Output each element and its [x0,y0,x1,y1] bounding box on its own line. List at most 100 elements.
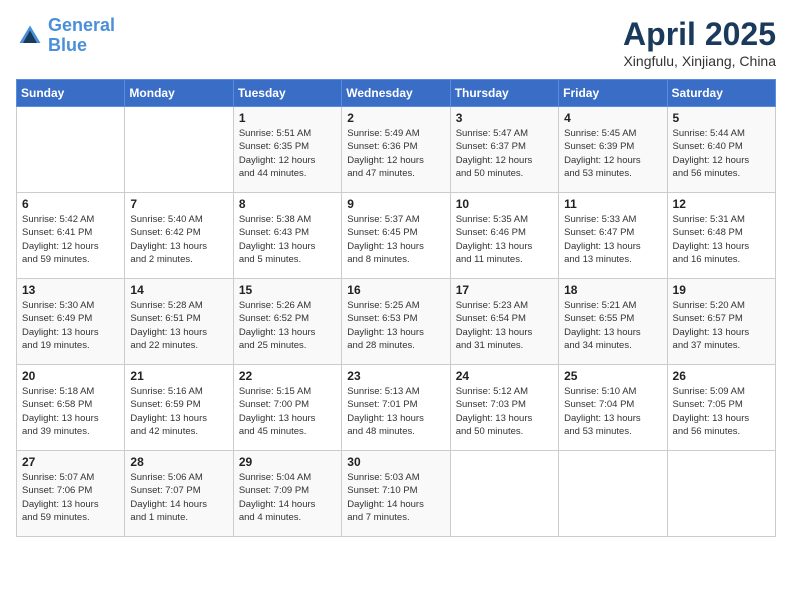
title-block: April 2025 Xingfulu, Xinjiang, China [623,16,776,69]
calendar-cell: 6Sunrise: 5:42 AM Sunset: 6:41 PM Daylig… [17,193,125,279]
calendar-cell: 21 Sunrise: 5:16 AM Sunset: 6:59 PM Dayli… [125,365,233,451]
day-number: 11 [564,197,661,211]
day-number: 12 [673,197,770,211]
logo: General Blue [16,16,115,56]
calendar-cell: 19 Sunrise: 5:20 AM Sunset: 6:57 PM Dayli… [667,279,775,365]
day-number: 30 [347,455,444,469]
day-number: 19 [673,283,770,297]
day-detail: Sunrise: 5:51 AM Sunset: 6:35 PM Dayligh… [239,127,336,180]
day-detail: Sunrise: 5:10 AM Sunset: 7:04 PM Dayligh… [564,385,661,438]
day-detail: Sunrise: 5:30 AM Sunset: 6:49 PM Dayligh… [22,299,119,352]
calendar-cell: 14Sunrise: 5:28 AM Sunset: 6:51 PM Dayli… [125,279,233,365]
day-detail: Sunrise: 5:04 AM Sunset: 7:09 PM Dayligh… [239,471,336,524]
calendar-cell: 26Sunrise: 5:09 AM Sunset: 7:05 PM Dayli… [667,365,775,451]
day-number: 13 [22,283,119,297]
day-detail: Sunrise: 5:49 AM Sunset: 6:36 PM Dayligh… [347,127,444,180]
day-detail: Sunrise: 5:35 AM Sunset: 6:46 PM Dayligh… [456,213,553,266]
calendar-cell: 4 Sunrise: 5:45 AM Sunset: 6:39 PM Daylig… [559,107,667,193]
calendar-row: 6Sunrise: 5:42 AM Sunset: 6:41 PM Daylig… [17,193,776,279]
day-detail: Sunrise: 5:33 AM Sunset: 6:47 PM Dayligh… [564,213,661,266]
calendar-cell: 20 Sunrise: 5:18 AM Sunset: 6:58 PM Dayli… [17,365,125,451]
day-number: 17 [456,283,553,297]
day-number: 14 [130,283,227,297]
day-number: 15 [239,283,336,297]
calendar-header: SundayMondayTuesdayWednesdayThursdayFrid… [17,80,776,107]
day-number: 28 [130,455,227,469]
day-detail: Sunrise: 5:09 AM Sunset: 7:05 PM Dayligh… [673,385,770,438]
calendar-cell: 5Sunrise: 5:44 AM Sunset: 6:40 PM Daylig… [667,107,775,193]
day-number: 4 [564,111,661,125]
calendar-cell: 7Sunrise: 5:40 AM Sunset: 6:42 PM Daylig… [125,193,233,279]
day-number: 22 [239,369,336,383]
calendar-body: 1 Sunrise: 5:51 AM Sunset: 6:35 PM Daylig… [17,107,776,537]
calendar-cell: 23 Sunrise: 5:13 AM Sunset: 7:01 PM Dayli… [342,365,450,451]
calendar-cell [559,451,667,537]
calendar-cell: 24 Sunrise: 5:12 AM Sunset: 7:03 PM Dayli… [450,365,558,451]
day-detail: Sunrise: 5:12 AM Sunset: 7:03 PM Dayligh… [456,385,553,438]
calendar-cell: 25 Sunrise: 5:10 AM Sunset: 7:04 PM Dayli… [559,365,667,451]
calendar-cell: 11 Sunrise: 5:33 AM Sunset: 6:47 PM Dayli… [559,193,667,279]
calendar-row: 27Sunrise: 5:07 AM Sunset: 7:06 PM Dayli… [17,451,776,537]
day-number: 16 [347,283,444,297]
day-number: 29 [239,455,336,469]
logo-icon [16,22,44,50]
page-header: General Blue April 2025 Xingfulu, Xinjia… [16,16,776,69]
day-detail: Sunrise: 5:20 AM Sunset: 6:57 PM Dayligh… [673,299,770,352]
weekday-header: Wednesday [342,80,450,107]
day-number: 27 [22,455,119,469]
weekday-row: SundayMondayTuesdayWednesdayThursdayFrid… [17,80,776,107]
day-detail: Sunrise: 5:23 AM Sunset: 6:54 PM Dayligh… [456,299,553,352]
calendar-cell: 10Sunrise: 5:35 AM Sunset: 6:46 PM Dayli… [450,193,558,279]
calendar-cell: 22 Sunrise: 5:15 AM Sunset: 7:00 PM Dayli… [233,365,341,451]
weekday-header: Tuesday [233,80,341,107]
calendar-cell: 8 Sunrise: 5:38 AM Sunset: 6:43 PM Daylig… [233,193,341,279]
day-detail: Sunrise: 5:37 AM Sunset: 6:45 PM Dayligh… [347,213,444,266]
calendar-cell: 3Sunrise: 5:47 AM Sunset: 6:37 PM Daylig… [450,107,558,193]
day-detail: Sunrise: 5:18 AM Sunset: 6:58 PM Dayligh… [22,385,119,438]
day-detail: Sunrise: 5:25 AM Sunset: 6:53 PM Dayligh… [347,299,444,352]
day-number: 7 [130,197,227,211]
day-detail: Sunrise: 5:45 AM Sunset: 6:39 PM Dayligh… [564,127,661,180]
day-number: 6 [22,197,119,211]
day-number: 1 [239,111,336,125]
day-detail: Sunrise: 5:15 AM Sunset: 7:00 PM Dayligh… [239,385,336,438]
calendar-cell: 29 Sunrise: 5:04 AM Sunset: 7:09 PM Dayli… [233,451,341,537]
calendar-row: 1 Sunrise: 5:51 AM Sunset: 6:35 PM Daylig… [17,107,776,193]
day-detail: Sunrise: 5:26 AM Sunset: 6:52 PM Dayligh… [239,299,336,352]
calendar-cell: 28 Sunrise: 5:06 AM Sunset: 7:07 PM Dayli… [125,451,233,537]
day-number: 9 [347,197,444,211]
calendar-cell: 16 Sunrise: 5:25 AM Sunset: 6:53 PM Dayli… [342,279,450,365]
day-detail: Sunrise: 5:13 AM Sunset: 7:01 PM Dayligh… [347,385,444,438]
day-detail: Sunrise: 5:06 AM Sunset: 7:07 PM Dayligh… [130,471,227,524]
calendar-cell [667,451,775,537]
logo-general: General [48,15,115,35]
weekday-header: Friday [559,80,667,107]
calendar-cell [17,107,125,193]
day-number: 24 [456,369,553,383]
weekday-header: Sunday [17,80,125,107]
day-number: 20 [22,369,119,383]
calendar-cell: 15 Sunrise: 5:26 AM Sunset: 6:52 PM Dayli… [233,279,341,365]
calendar-cell: 17 Sunrise: 5:23 AM Sunset: 6:54 PM Dayli… [450,279,558,365]
calendar-cell: 1 Sunrise: 5:51 AM Sunset: 6:35 PM Daylig… [233,107,341,193]
day-detail: Sunrise: 5:38 AM Sunset: 6:43 PM Dayligh… [239,213,336,266]
calendar-row: 13 Sunrise: 5:30 AM Sunset: 6:49 PM Dayli… [17,279,776,365]
calendar-cell: 9 Sunrise: 5:37 AM Sunset: 6:45 PM Daylig… [342,193,450,279]
day-number: 21 [130,369,227,383]
calendar-cell [125,107,233,193]
calendar-cell: 2 Sunrise: 5:49 AM Sunset: 6:36 PM Daylig… [342,107,450,193]
day-number: 8 [239,197,336,211]
month-title: April 2025 [623,16,776,53]
day-number: 3 [456,111,553,125]
day-detail: Sunrise: 5:03 AM Sunset: 7:10 PM Dayligh… [347,471,444,524]
day-number: 2 [347,111,444,125]
calendar-cell: 18Sunrise: 5:21 AM Sunset: 6:55 PM Dayli… [559,279,667,365]
day-number: 25 [564,369,661,383]
day-detail: Sunrise: 5:16 AM Sunset: 6:59 PM Dayligh… [130,385,227,438]
day-number: 23 [347,369,444,383]
logo-text: General Blue [48,16,115,56]
day-detail: Sunrise: 5:31 AM Sunset: 6:48 PM Dayligh… [673,213,770,266]
weekday-header: Monday [125,80,233,107]
calendar-cell: 13 Sunrise: 5:30 AM Sunset: 6:49 PM Dayli… [17,279,125,365]
day-detail: Sunrise: 5:21 AM Sunset: 6:55 PM Dayligh… [564,299,661,352]
